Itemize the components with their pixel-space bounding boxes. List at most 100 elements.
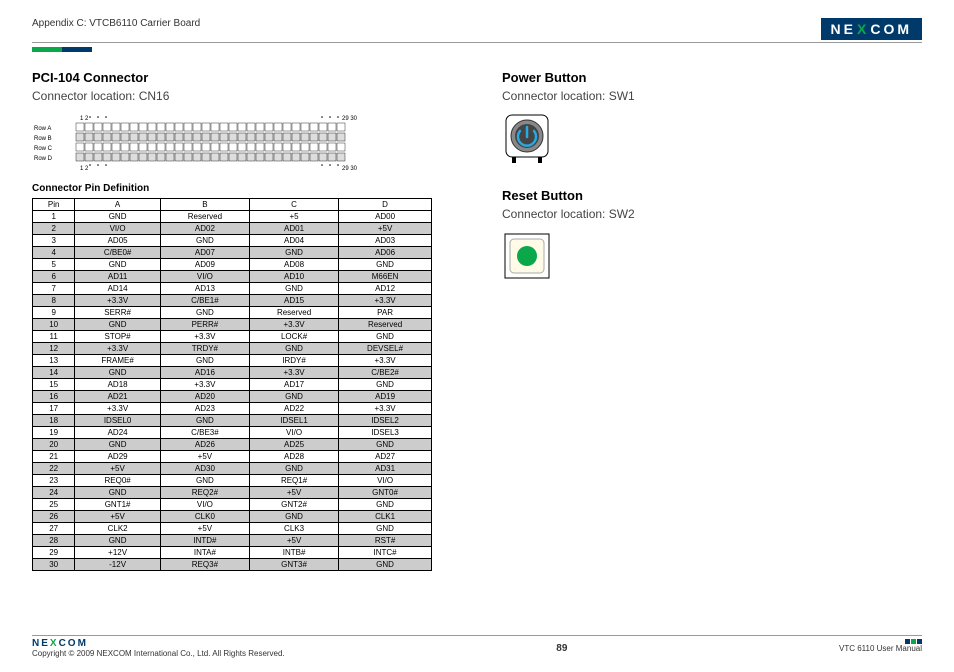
table-cell: 6 (33, 271, 75, 283)
page-header: Appendix C: VTCB6110 Carrier Board NEXCO… (32, 18, 922, 43)
table-cell: GND (339, 259, 432, 271)
table-cell: 14 (33, 367, 75, 379)
power-heading: Power Button (502, 70, 922, 85)
table-cell: +12V (75, 547, 160, 559)
right-column: Power Button Connector location: SW1 Res… (502, 70, 922, 571)
table-row: 13FRAME#GNDIRDY#+3.3V (33, 355, 432, 367)
table-cell: AD12 (339, 283, 432, 295)
table-cell: AD25 (249, 439, 338, 451)
table-cell: GND (160, 475, 249, 487)
table-row: 26+5VCLK0GNDCLK1 (33, 511, 432, 523)
table-cell: 29 (33, 547, 75, 559)
table-cell: GND (249, 391, 338, 403)
table-cell: 20 (33, 439, 75, 451)
table-cell: 10 (33, 319, 75, 331)
table-header-row: PinABCD (33, 199, 432, 211)
table-cell: +3.3V (339, 295, 432, 307)
table-cell: 15 (33, 379, 75, 391)
table-cell: GNT1# (75, 499, 160, 511)
table-header-cell: Pin (33, 199, 75, 211)
table-cell: VI/O (75, 223, 160, 235)
table-cell: GND (75, 319, 160, 331)
table-row: 27CLK2+5VCLK3GND (33, 523, 432, 535)
table-row: 14GNDAD16+3.3VC/BE2# (33, 367, 432, 379)
table-cell: +5V (339, 223, 432, 235)
table-cell: AD24 (75, 427, 160, 439)
table-cell: 5 (33, 259, 75, 271)
table-cell: GND (75, 259, 160, 271)
table-header-cell: A (75, 199, 160, 211)
table-cell: GND (249, 283, 338, 295)
table-cell: INTB# (249, 547, 338, 559)
table-cell: IDSEL0 (75, 415, 160, 427)
diagram-bot-end: 29 30 (342, 166, 358, 171)
table-cell: +5V (160, 523, 249, 535)
table-cell: 24 (33, 487, 75, 499)
table-cell: GND (75, 487, 160, 499)
reset-sub: Connector location: SW2 (502, 207, 922, 221)
table-row: 6AD11VI/OAD10M66EN (33, 271, 432, 283)
table-cell: AD08 (249, 259, 338, 271)
diagram-top-end: 29 30 (342, 116, 358, 122)
table-cell: +5V (249, 487, 338, 499)
table-cell: GNT2# (249, 499, 338, 511)
table-cell: +5V (249, 535, 338, 547)
table-cell: CLK0 (160, 511, 249, 523)
table-cell: 21 (33, 451, 75, 463)
table-cell: AD16 (160, 367, 249, 379)
table-row: 17+3.3VAD23AD22+3.3V (33, 403, 432, 415)
table-cell: TRDY# (160, 343, 249, 355)
svg-text:Row D: Row D (34, 156, 53, 162)
table-row: 28GNDINTD#+5VRST# (33, 535, 432, 547)
table-cell: GND (75, 535, 160, 547)
table-cell: M66EN (339, 271, 432, 283)
table-cell: +5V (75, 463, 160, 475)
table-cell: +3.3V (249, 319, 338, 331)
table-cell: STOP# (75, 331, 160, 343)
table-cell: INTA# (160, 547, 249, 559)
table-cell: 26 (33, 511, 75, 523)
table-cell: 1 (33, 211, 75, 223)
table-cell: +5V (160, 451, 249, 463)
table-cell: AD30 (160, 463, 249, 475)
table-cell: AD11 (75, 271, 160, 283)
reset-button-icon (502, 231, 922, 286)
table-row: 15AD18+3.3VAD17GND (33, 379, 432, 391)
table-row: 12+3.3VTRDY#GNDDEVSEL# (33, 343, 432, 355)
table-cell: -12V (75, 559, 160, 571)
table-row: 20GNDAD26AD25GND (33, 439, 432, 451)
table-cell: 23 (33, 475, 75, 487)
table-row: 23REQ0#GNDREQ1#VI/O (33, 475, 432, 487)
table-cell: IDSEL1 (249, 415, 338, 427)
table-cell: GND (339, 499, 432, 511)
table-row: 5GNDAD09AD08GND (33, 259, 432, 271)
table-row: 11STOP#+3.3VLOCK#GND (33, 331, 432, 343)
power-sub: Connector location: SW1 (502, 89, 922, 103)
table-cell: LOCK# (249, 331, 338, 343)
table-cell: AD06 (339, 247, 432, 259)
table-cell: Reserved (160, 211, 249, 223)
table-cell: GND (160, 307, 249, 319)
table-row: 8+3.3VC/BE1#AD15+3.3V (33, 295, 432, 307)
table-row: 2VI/OAD02AD01+5V (33, 223, 432, 235)
table-row: 9SERR#GNDReservedPAR (33, 307, 432, 319)
table-cell: 27 (33, 523, 75, 535)
table-cell: AD20 (160, 391, 249, 403)
table-cell: REQ1# (249, 475, 338, 487)
accent-bar (32, 47, 92, 52)
table-cell: GND (339, 439, 432, 451)
table-cell: C/BE2# (339, 367, 432, 379)
table-cell: +3.3V (160, 379, 249, 391)
table-cell: DEVSEL# (339, 343, 432, 355)
table-cell: +3.3V (75, 295, 160, 307)
table-cell: C/BE3# (160, 427, 249, 439)
table-cell: 4 (33, 247, 75, 259)
table-row: 29+12VINTA#INTB#INTC# (33, 547, 432, 559)
table-cell: +3.3V (249, 367, 338, 379)
table-cell: GND (339, 379, 432, 391)
table-cell: 19 (33, 427, 75, 439)
table-row: 3AD05GNDAD04AD03 (33, 235, 432, 247)
table-cell: AD21 (75, 391, 160, 403)
table-cell: 11 (33, 331, 75, 343)
table-cell: AD18 (75, 379, 160, 391)
